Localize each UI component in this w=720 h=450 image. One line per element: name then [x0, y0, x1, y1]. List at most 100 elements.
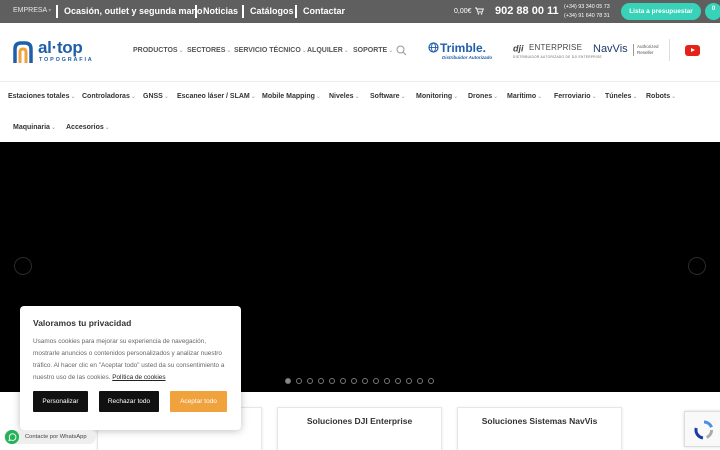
- top-bar: EMPRESA▾ Ocasión, outlet y segunda mano …: [0, 0, 720, 23]
- chevron-down-icon: ⌄: [632, 94, 638, 100]
- divider: [669, 39, 670, 61]
- trimble-logo[interactable]: Trimble. Distribuidor Autorizado: [428, 41, 498, 63]
- category-nav: Estaciones totales⌄ Controladoras⌄ GNSS⌄…: [0, 81, 720, 142]
- quote-list-count[interactable]: 0: [705, 3, 720, 20]
- link-contactar[interactable]: Contactar: [303, 6, 345, 16]
- cookie-policy-link[interactable]: Política de cookies: [112, 374, 165, 381]
- cat-gnss[interactable]: GNSS⌄: [143, 93, 169, 100]
- phone-madrid[interactable]: (+34) 91 640 78 31: [564, 12, 610, 21]
- chevron-down-icon: ⌄: [70, 94, 76, 100]
- dji-name: ENTERPRISE: [529, 43, 583, 52]
- slider-dot[interactable]: [384, 378, 390, 384]
- cookie-customize-button[interactable]: Personalizar: [33, 391, 88, 412]
- divider: [56, 5, 58, 18]
- cookie-accept-button[interactable]: Aceptar todo: [170, 391, 227, 412]
- solution-card-navvis[interactable]: Soluciones Sistemas NavVis: [457, 407, 622, 450]
- cart-button[interactable]: 0,00€: [454, 7, 485, 15]
- chevron-down-icon: ▾: [48, 8, 52, 14]
- slider-dot[interactable]: [417, 378, 423, 384]
- cat-accesorios[interactable]: Accesorios⌄: [66, 124, 110, 131]
- divider: [295, 5, 297, 18]
- slider-dot[interactable]: [340, 378, 346, 384]
- trimble-name: Trimble.: [440, 41, 487, 55]
- slider-dot[interactable]: [362, 378, 368, 384]
- chevron-down-icon: ⌄: [671, 94, 677, 100]
- cat-label: GNSS: [143, 93, 163, 100]
- link-catalogos[interactable]: Catálogos: [250, 6, 294, 16]
- slider-prev-button[interactable]: [14, 257, 32, 275]
- trimble-globe-icon: [428, 42, 439, 53]
- slider-dot[interactable]: [406, 378, 412, 384]
- chevron-down-icon: ⌄: [354, 94, 360, 100]
- logo[interactable]: al·top TOPOGRAFIA: [13, 38, 113, 65]
- recaptcha-badge[interactable]: [684, 411, 720, 447]
- navvis-logo[interactable]: NavVis Authorized Reseller: [593, 43, 663, 63]
- slider-next-button[interactable]: [688, 257, 706, 275]
- cat-label: Drones: [468, 93, 493, 100]
- quote-list-button[interactable]: Lista a presupuestar: [621, 3, 701, 20]
- nav-productos[interactable]: PRODUCTOS⌄: [133, 47, 184, 54]
- phone-main[interactable]: 902 88 00 11: [495, 5, 559, 17]
- dji-icon: dji: [513, 44, 524, 54]
- nav-label: ALQUILER: [307, 47, 343, 54]
- slider-dot[interactable]: [307, 378, 313, 384]
- cat-label: Accesorios: [66, 124, 104, 131]
- cat-escaneo-laser[interactable]: Escaneo láser / SLAM⌄: [177, 93, 256, 100]
- cat-label: Mobile Mapping: [262, 93, 315, 100]
- slider-dot[interactable]: [296, 378, 302, 384]
- cookie-reject-button[interactable]: Rechazar todo: [99, 391, 159, 412]
- whatsapp-button[interactable]: Contacte por WhatsApp: [4, 430, 96, 444]
- cat-maritimo[interactable]: Marítimo⌄: [507, 93, 542, 100]
- divider: [242, 5, 244, 18]
- cat-monitoring[interactable]: Monitoring⌄: [416, 93, 458, 100]
- nav-alquiler[interactable]: ALQUILER⌄: [307, 47, 349, 54]
- cat-label: Software: [370, 93, 400, 100]
- search-icon[interactable]: [396, 45, 407, 56]
- dji-enterprise-logo[interactable]: dji ENTERPRISE DISTRIBUIDOR AUTORIZADO D…: [513, 43, 602, 63]
- cookie-text: Usamos cookies para mejorar su experienc…: [33, 336, 233, 384]
- slider-dot[interactable]: [373, 378, 379, 384]
- cat-tuneles[interactable]: Túneles⌄: [605, 93, 637, 100]
- chevron-down-icon: ⌄: [591, 94, 597, 100]
- chevron-down-icon: ⌄: [226, 48, 232, 54]
- cat-estaciones-totales[interactable]: Estaciones totales⌄: [8, 93, 76, 100]
- divider: [633, 44, 634, 56]
- slider-dot[interactable]: [395, 378, 401, 384]
- nav-label: SECTORES: [187, 47, 226, 54]
- nav-label: PRODUCTOS: [133, 47, 178, 54]
- recaptcha-icon: [694, 420, 714, 440]
- cat-label: Monitoring: [416, 93, 453, 100]
- cat-software[interactable]: Software⌄: [370, 93, 406, 100]
- chevron-down-icon: ⌄: [130, 94, 136, 100]
- navvis-tagline: Authorized Reseller: [637, 44, 659, 56]
- solution-card-dji[interactable]: Soluciones DJI Enterprise: [277, 407, 442, 450]
- slider-dot[interactable]: [329, 378, 335, 384]
- cat-mobile-mapping[interactable]: Mobile Mapping⌄: [262, 93, 321, 100]
- cat-maquinaria[interactable]: Maquinaria⌄: [13, 124, 56, 131]
- nav-soporte[interactable]: SOPORTE⌄: [353, 47, 393, 54]
- link-noticias[interactable]: Noticias: [203, 6, 238, 16]
- cart-amount: 0,00€: [454, 8, 472, 15]
- slider-dot[interactable]: [351, 378, 357, 384]
- cat-controladoras[interactable]: Controladoras⌄: [82, 93, 136, 100]
- chevron-down-icon: ⌄: [400, 94, 406, 100]
- card-title: Soluciones DJI Enterprise: [306, 416, 413, 426]
- cat-ferroviario[interactable]: Ferroviario⌄: [554, 93, 597, 100]
- slider-dot[interactable]: [428, 378, 434, 384]
- link-ocasion[interactable]: Ocasión, outlet y segunda mano: [64, 6, 203, 16]
- cat-niveles[interactable]: Niveles⌄: [329, 93, 360, 100]
- cat-robots[interactable]: Robots⌄: [646, 93, 676, 100]
- cat-drones[interactable]: Drones⌄: [468, 93, 498, 100]
- nav-sectores[interactable]: SECTORES⌄: [187, 47, 231, 54]
- nav-label: SERVICIO TÉCNICO: [234, 47, 301, 54]
- slider-dot[interactable]: [318, 378, 324, 384]
- slider-dot[interactable]: [285, 378, 291, 384]
- svg-text:dji: dji: [513, 44, 524, 54]
- chevron-down-icon: ⌄: [315, 94, 321, 100]
- cart-icon: [475, 7, 485, 15]
- youtube-icon[interactable]: [685, 45, 700, 56]
- chevron-down-icon: ⌄: [178, 48, 184, 54]
- nav-servicio-tecnico[interactable]: SERVICIO TÉCNICO⌄: [234, 47, 307, 54]
- phone-barcelona[interactable]: (+34) 93 340 05 73: [564, 3, 610, 12]
- empresa-menu[interactable]: EMPRESA▾: [13, 7, 51, 14]
